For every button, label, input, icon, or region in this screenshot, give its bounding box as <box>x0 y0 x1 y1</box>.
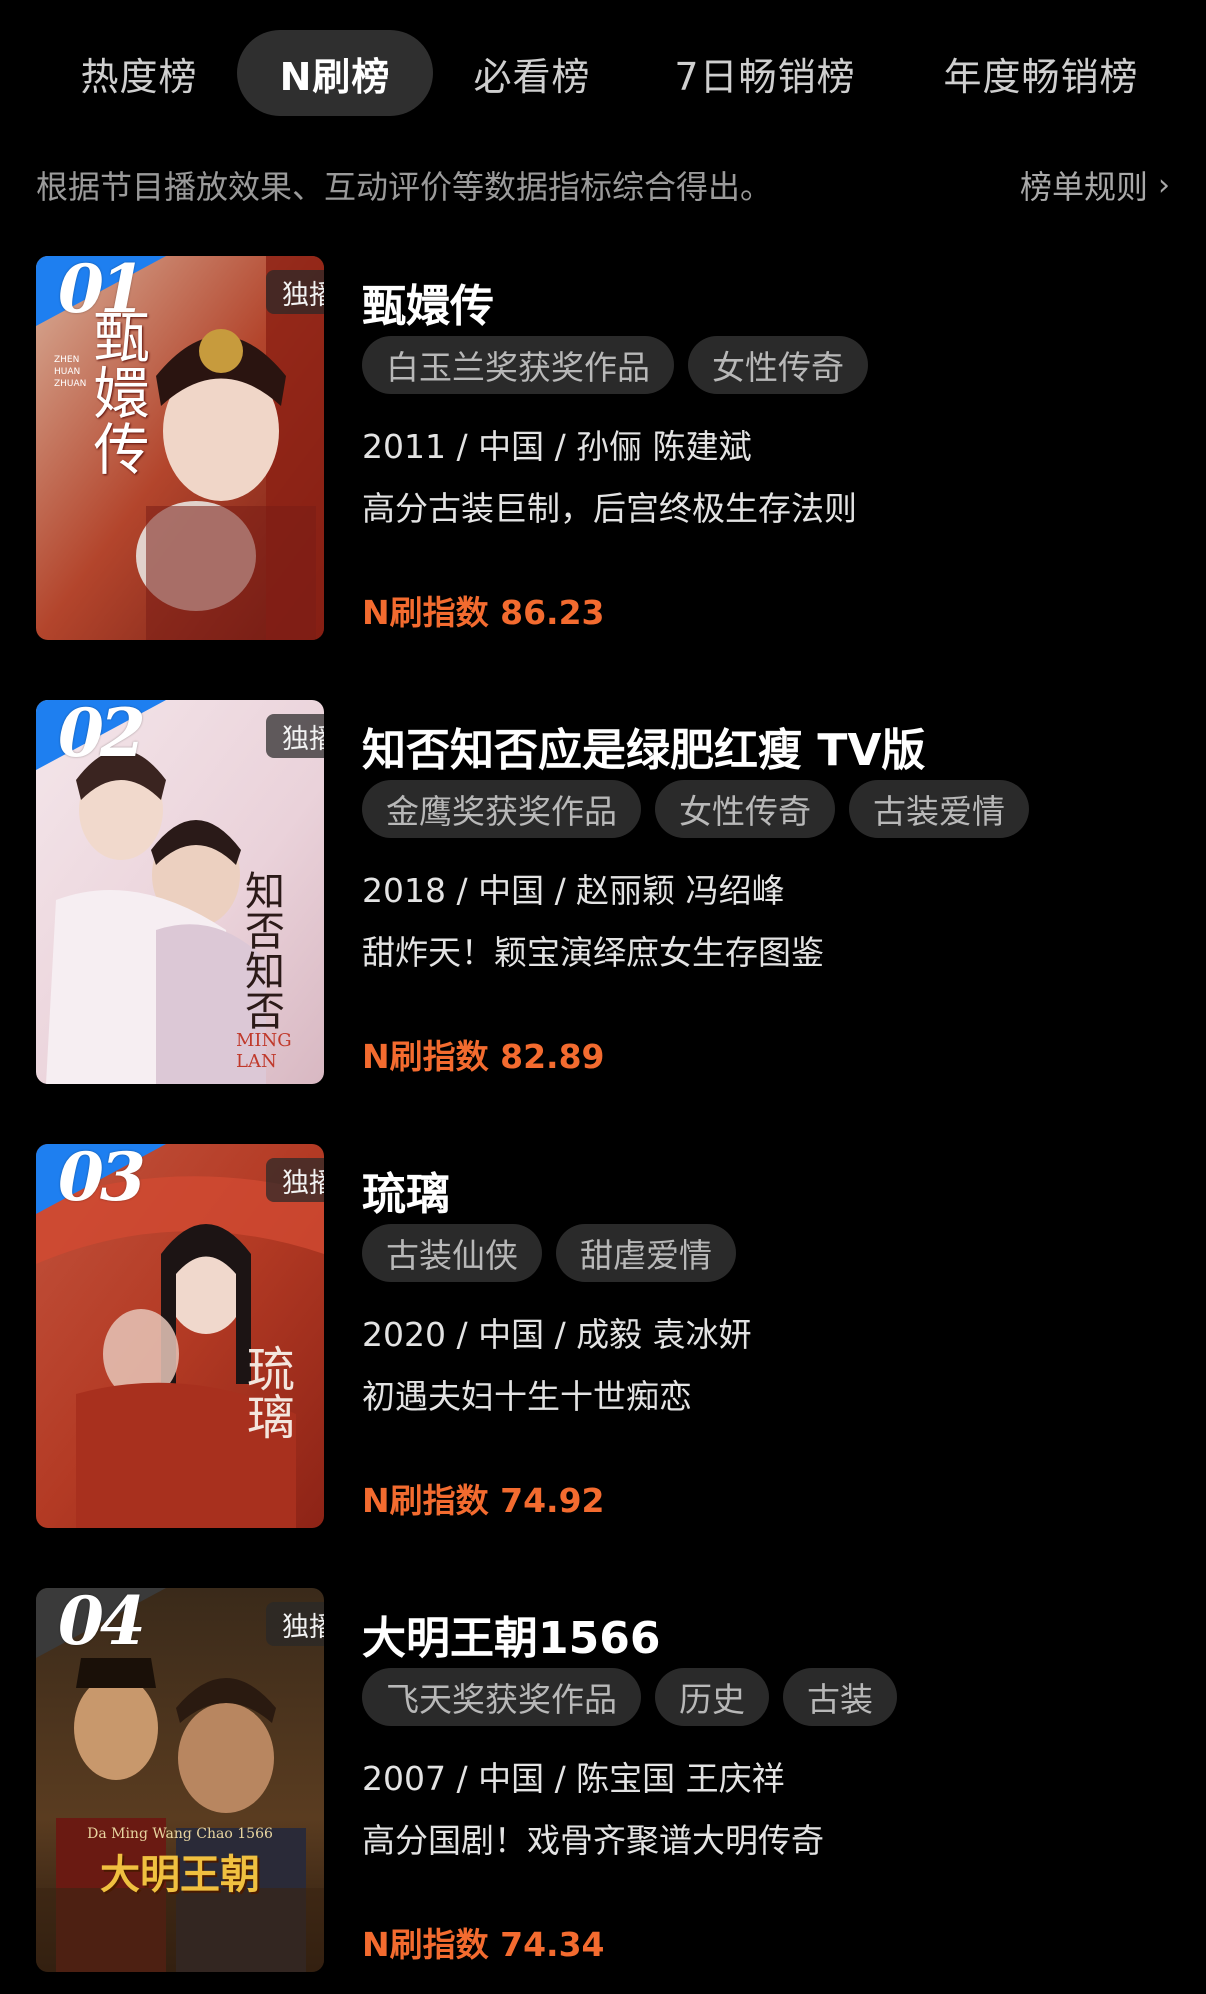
tab-n-rewatch[interactable]: N刷榜 <box>237 30 433 116</box>
poster-title-art: 甄嬛传 <box>84 308 149 476</box>
item-description: 高分古装巨制，后宫终极生存法则 <box>362 489 857 528</box>
item-meta: 2011 / 中国 / 孙俪 陈建斌 <box>362 427 752 466</box>
poster-subtitle-art: ZHEN HUAN ZHUAN <box>54 355 87 389</box>
item-description: 初遇夫妇十生十世痴恋 <box>362 1377 692 1416</box>
poster-title-art: 琉璃 <box>238 1344 294 1440</box>
poster-title-art: 大明王朝 <box>100 1851 260 1898</box>
tab-must-watch[interactable]: 必看榜 <box>462 30 602 116</box>
exclusive-badge: 独播 <box>266 714 324 758</box>
tag[interactable]: 女性传奇 <box>655 780 835 838</box>
exclusive-badge: 独播 <box>266 1158 324 1202</box>
tag[interactable]: 女性传奇 <box>688 336 868 394</box>
score-prefix: N刷指数 <box>362 1925 489 1964</box>
item-meta: 2007 / 中国 / 陈宝国 王庆祥 <box>362 1759 785 1798</box>
exclusive-badge: 独播 <box>266 1602 324 1646</box>
tag-list: 古装仙侠 甜虐爱情 <box>362 1224 736 1282</box>
score-prefix: N刷指数 <box>362 1481 489 1520</box>
ranking-description: 根据节目播放效果、互动评价等数据指标综合得出。 <box>36 168 773 206</box>
rank-number: 04 <box>58 1588 146 1660</box>
tag[interactable]: 甜虐爱情 <box>556 1224 736 1282</box>
tag[interactable]: 古装爱情 <box>849 780 1029 838</box>
list-item[interactable]: 03 独播 琉璃 琉璃 古装仙侠 甜虐爱情 2020 / 中国 / 成毅 袁冰妍… <box>0 1144 1206 1544</box>
rewatch-score: N刷指数 74.92 <box>362 1474 605 1522</box>
poster-image[interactable]: 03 独播 琉璃 <box>36 1144 324 1528</box>
poster-image[interactable]: 02 独播 知否知否 MING LAN <box>36 700 324 1084</box>
tag[interactable]: 白玉兰奖获奖作品 <box>362 336 674 394</box>
poster-image[interactable]: 04 独播 Da Ming Wang Chao 1566 大明王朝 <box>36 1588 324 1972</box>
rewatch-score: N刷指数 82.89 <box>362 1030 605 1078</box>
item-meta: 2018 / 中国 / 赵丽颖 冯绍峰 <box>362 871 785 910</box>
score-prefix: N刷指数 <box>362 593 489 632</box>
list-item[interactable]: 02 独播 知否知否 MING LAN 知否知否应是绿肥红瘦 TV版 金鹰奖获奖… <box>0 700 1206 1100</box>
item-title[interactable]: 甄嬛传 <box>362 270 494 334</box>
score-value: 74.92 <box>500 1481 605 1520</box>
exclusive-badge: 独播 <box>266 270 324 314</box>
score-value: 82.89 <box>500 1037 605 1076</box>
score-value: 86.23 <box>500 593 605 632</box>
rewatch-score: N刷指数 74.34 <box>362 1918 605 1966</box>
tab-7day-bestseller[interactable]: 7日畅销榜 <box>660 30 870 116</box>
tag-list: 白玉兰奖获奖作品 女性传奇 <box>362 336 868 394</box>
item-description: 高分国剧！戏骨齐聚谱大明传奇 <box>362 1821 824 1860</box>
tag[interactable]: 古装仙侠 <box>362 1224 542 1282</box>
tab-hot[interactable]: 热度榜 <box>64 30 214 116</box>
poster-subtitle-art: MING LAN <box>236 1030 292 1072</box>
tag[interactable]: 古装 <box>783 1668 897 1726</box>
rank-number: 02 <box>58 700 146 772</box>
item-title[interactable]: 琉璃 <box>362 1158 450 1222</box>
score-prefix: N刷指数 <box>362 1037 489 1076</box>
rules-link-label: 榜单规则 <box>1019 168 1148 206</box>
poster-subtitle-art: Da Ming Wang Chao 1566 <box>87 1826 273 1842</box>
list-item[interactable]: 01 独播 甄嬛传 ZHEN HUAN ZHUAN 甄嬛传 白玉兰奖获奖作品 女… <box>0 256 1206 656</box>
item-title[interactable]: 知否知否应是绿肥红瘦 TV版 <box>362 714 925 778</box>
rewatch-score: N刷指数 86.23 <box>362 586 605 634</box>
tag-list: 飞天奖获奖作品 历史 古装 <box>362 1668 897 1726</box>
list-item[interactable]: 04 独播 Da Ming Wang Chao 1566 大明王朝 大明王朝15… <box>0 1588 1206 1988</box>
chevron-right-icon: › <box>1158 167 1170 203</box>
rank-tabs: 热度榜 N刷榜 必看榜 7日畅销榜 年度畅销榜 <box>0 0 1206 150</box>
rank-number: 03 <box>58 1144 146 1216</box>
tag[interactable]: 历史 <box>655 1668 769 1726</box>
poster-title-art: 知否知否 <box>238 870 284 1030</box>
subtitle-row: 根据节目播放效果、互动评价等数据指标综合得出。 榜单规则 › <box>36 160 1170 210</box>
tab-annual-bestseller[interactable]: 年度畅销榜 <box>930 30 1152 116</box>
item-title[interactable]: 大明王朝1566 <box>362 1602 660 1666</box>
rules-link[interactable]: 榜单规则 › <box>1020 162 1170 208</box>
score-value: 74.34 <box>500 1925 605 1964</box>
tag[interactable]: 飞天奖获奖作品 <box>362 1668 641 1726</box>
tag-list: 金鹰奖获奖作品 女性传奇 古装爱情 <box>362 780 1029 838</box>
item-meta: 2020 / 中国 / 成毅 袁冰妍 <box>362 1315 752 1354</box>
poster-image[interactable]: 01 独播 甄嬛传 ZHEN HUAN ZHUAN <box>36 256 324 640</box>
tag[interactable]: 金鹰奖获奖作品 <box>362 780 641 838</box>
item-description: 甜炸天！颖宝演绎庶女生存图鉴 <box>362 933 824 972</box>
